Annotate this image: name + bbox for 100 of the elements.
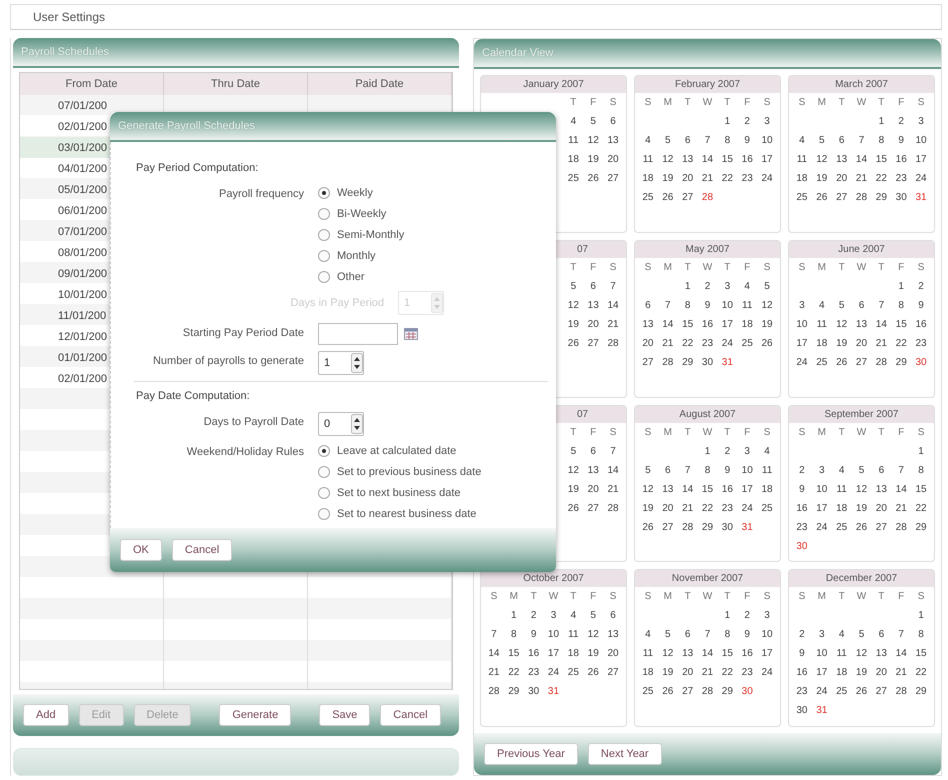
calendar-day[interactable]: 16 <box>891 154 912 165</box>
calendar-day[interactable]: 20 <box>583 484 604 494</box>
calendar-day[interactable]: 16 <box>911 318 931 330</box>
calendar-day[interactable]: 2 <box>698 280 718 292</box>
calendar-day[interactable]: 24 <box>911 173 931 184</box>
calendar-day[interactable]: 9 <box>891 135 912 146</box>
calendar-day[interactable]: 15 <box>911 648 931 660</box>
calendar-day[interactable]: 28 <box>871 356 892 368</box>
calendar-day[interactable]: 17 <box>812 502 832 514</box>
calendar-day[interactable]: 20 <box>871 667 892 678</box>
calendar-day[interactable]: 7 <box>852 135 872 146</box>
calendar-day[interactable]: 19 <box>583 154 604 165</box>
calendar-day[interactable]: 15 <box>871 154 892 165</box>
calendar-day[interactable]: 19 <box>852 502 872 514</box>
radio-button[interactable] <box>318 228 330 240</box>
calendar-day[interactable]: 28 <box>678 522 698 532</box>
calendar-day[interactable]: 30 <box>792 705 812 716</box>
calendar-day[interactable]: 9 <box>792 484 812 494</box>
calendar-day[interactable]: 12 <box>658 154 678 165</box>
calendar-day[interactable]: 15 <box>717 154 738 165</box>
calendar-day[interactable]: 14 <box>891 484 912 494</box>
calendar-day[interactable]: 27 <box>852 356 872 368</box>
spin-arrows-icon[interactable] <box>351 353 363 373</box>
calendar-day[interactable]: 27 <box>678 686 698 698</box>
calendar-day[interactable]: 31 <box>737 522 758 532</box>
calendar-day[interactable]: 2 <box>891 116 912 127</box>
calendar-day[interactable]: 17 <box>717 318 738 330</box>
calendar-day[interactable]: 23 <box>792 522 812 532</box>
calendar-day[interactable]: 17 <box>544 648 564 660</box>
calendar-day[interactable]: 13 <box>678 154 698 165</box>
calendar-day[interactable]: 3 <box>812 464 832 476</box>
calendar-day[interactable]: 6 <box>658 464 678 476</box>
calendar-day[interactable]: 22 <box>717 173 738 184</box>
calendar-day[interactable]: 19 <box>658 667 678 678</box>
date-field[interactable] <box>318 323 398 345</box>
calendar-day[interactable]: 1 <box>717 116 738 127</box>
calendar-day[interactable]: 19 <box>563 318 584 330</box>
calendar-day[interactable]: 9 <box>737 135 758 146</box>
calendar-day[interactable]: 15 <box>698 484 718 494</box>
calendar-day[interactable]: 5 <box>832 300 852 311</box>
year-button[interactable]: Previous Year <box>484 743 578 765</box>
calendar-day[interactable]: 30 <box>717 522 738 532</box>
calendar-day[interactable]: 14 <box>658 318 678 330</box>
calendar-day[interactable]: 20 <box>638 338 658 349</box>
number-spinner[interactable]: 1 <box>318 351 364 375</box>
calendar-day[interactable]: 8 <box>911 464 931 476</box>
calendar-day[interactable]: 13 <box>658 484 678 494</box>
calendar-day[interactable]: 11 <box>563 135 584 146</box>
calendar-day[interactable]: 8 <box>871 135 892 146</box>
calendar-day[interactable]: 11 <box>737 300 758 311</box>
calendar-day[interactable]: 18 <box>757 484 777 494</box>
calendar-day[interactable]: 7 <box>603 446 623 456</box>
calendar-day[interactable]: 23 <box>717 502 738 514</box>
calendar-day[interactable]: 13 <box>583 464 604 476</box>
calendar-day[interactable]: 6 <box>583 446 604 456</box>
column-header[interactable]: From Date <box>20 73 164 95</box>
calendar-day[interactable]: 13 <box>603 135 623 146</box>
calendar-day[interactable]: 23 <box>737 173 758 184</box>
calendar-day[interactable]: 19 <box>638 502 658 514</box>
calendar-day[interactable]: 29 <box>871 192 892 203</box>
calendar-day[interactable]: 6 <box>852 300 872 311</box>
calendar-day[interactable]: 17 <box>757 154 777 165</box>
calendar-day[interactable]: 12 <box>852 648 872 660</box>
calendar-day[interactable]: 10 <box>792 318 812 330</box>
calendar-day[interactable]: 2 <box>737 116 758 127</box>
calendar-day[interactable]: 5 <box>563 280 584 292</box>
year-button[interactable]: Next Year <box>588 743 662 765</box>
calendar-day[interactable]: 22 <box>871 173 892 184</box>
calendar-icon[interactable] <box>404 328 418 340</box>
calendar-day[interactable]: 2 <box>737 610 758 622</box>
calendar-day[interactable]: 15 <box>717 648 738 660</box>
calendar-day[interactable]: 6 <box>678 629 698 640</box>
calendar-day[interactable]: 13 <box>832 154 852 165</box>
calendar-day[interactable]: 8 <box>911 629 931 640</box>
calendar-day[interactable]: 28 <box>698 686 718 698</box>
calendar-day[interactable]: 27 <box>583 502 604 514</box>
calendar-day[interactable]: 5 <box>757 280 777 292</box>
calendar-day[interactable]: 10 <box>812 648 832 660</box>
calendar-day[interactable]: 4 <box>792 135 812 146</box>
calendar-day[interactable]: 14 <box>603 464 623 476</box>
calendar-day[interactable]: 16 <box>524 648 544 660</box>
calendar-day[interactable]: 30 <box>911 356 931 368</box>
calendar-day[interactable]: 22 <box>678 338 698 349</box>
calendar-day[interactable]: 8 <box>504 629 524 640</box>
calendar-day[interactable]: 14 <box>698 154 718 165</box>
calendar-day[interactable]: 4 <box>832 629 852 640</box>
calendar-day[interactable]: 25 <box>737 338 758 349</box>
calendar-day[interactable]: 14 <box>698 648 718 660</box>
calendar-day[interactable]: 9 <box>911 300 931 311</box>
calendar-day[interactable]: 24 <box>792 356 812 368</box>
calendar-day[interactable]: 4 <box>638 629 658 640</box>
calendar-day[interactable]: 10 <box>812 484 832 494</box>
calendar-day[interactable]: 12 <box>583 135 604 146</box>
calendar-day[interactable]: 28 <box>658 356 678 368</box>
calendar-day[interactable]: 25 <box>638 686 658 698</box>
calendar-day[interactable]: 21 <box>871 338 892 349</box>
calendar-day[interactable]: 4 <box>812 300 832 311</box>
calendar-day[interactable]: 13 <box>638 318 658 330</box>
calendar-day[interactable]: 25 <box>757 502 777 514</box>
calendar-day[interactable]: 10 <box>757 135 777 146</box>
